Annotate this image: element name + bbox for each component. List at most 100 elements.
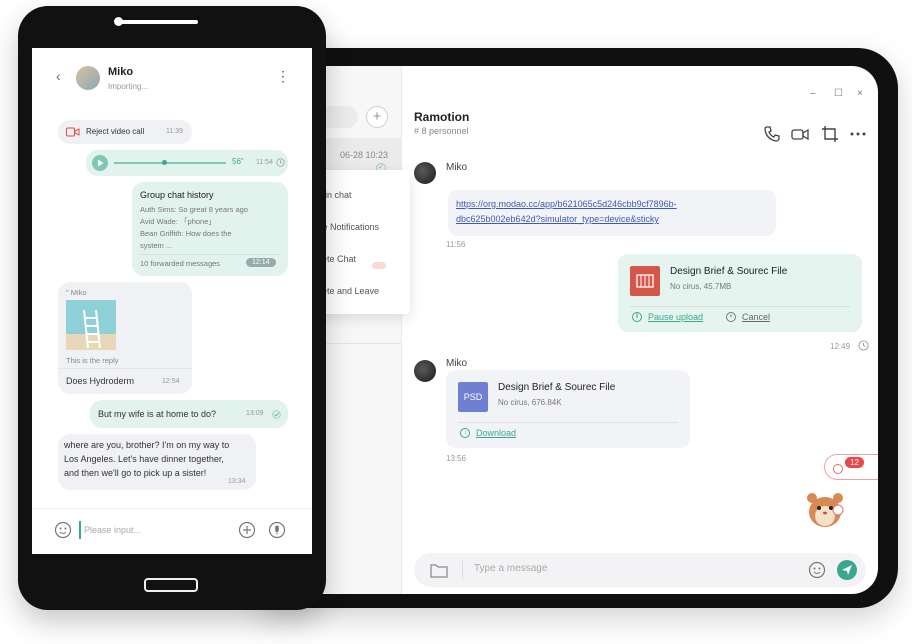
- message-time: 11:56: [446, 240, 466, 249]
- chat-title: Ramotion: [414, 110, 470, 124]
- phone-screen: ‹ Miko Importing... ⋮ Reject video call …: [32, 48, 312, 554]
- divider: [462, 561, 463, 579]
- voice-progress-handle[interactable]: [162, 160, 167, 165]
- close-button[interactable]: ×: [857, 88, 863, 99]
- link-line-1[interactable]: https://org.modao.cc/app/b621065c5d246cb…: [456, 199, 677, 209]
- message-time: 12:54: [162, 378, 180, 385]
- unread-count-badge: 12: [845, 457, 864, 468]
- microphone-icon[interactable]: [268, 521, 286, 539]
- maximize-button[interactable]: ☐: [834, 88, 843, 99]
- cancel-upload-link[interactable]: Cancel: [742, 312, 770, 322]
- sender-name: Miko: [446, 358, 468, 369]
- contact-name: Miko: [108, 66, 134, 78]
- folder-icon[interactable]: [430, 562, 448, 578]
- phone-composer: Please input...: [32, 508, 312, 554]
- back-icon[interactable]: ‹: [56, 68, 61, 84]
- history-line: Auth Sims: So great 8 years ago: [140, 205, 248, 214]
- play-icon[interactable]: [92, 155, 108, 171]
- sender-avatar[interactable]: [414, 360, 436, 382]
- file-title: Design Brief & Sourec File: [498, 382, 616, 393]
- incoming-text-bubble: where are you, brother? I'm on my way to…: [58, 434, 256, 490]
- message-time: 13:34: [228, 478, 246, 485]
- contact-status: Importing...: [108, 82, 149, 91]
- link-message-bubble: https://org.modao.cc/app/b621065c5d246cb…: [448, 190, 776, 236]
- more-options-icon[interactable]: ⋮: [276, 68, 290, 85]
- emoji-icon[interactable]: [54, 521, 72, 539]
- message-input[interactable]: Type a message: [474, 563, 547, 574]
- video-call-icon[interactable]: [790, 124, 810, 144]
- file-title: Design Brief & Sourec File: [670, 266, 788, 277]
- history-title: Group chat history: [140, 190, 214, 200]
- download-link[interactable]: Download: [476, 428, 516, 438]
- sender-name: Miko: [446, 162, 468, 173]
- reply-message-bubble: " Miko This is the reply Does Hydroderm …: [58, 282, 192, 394]
- chevron-down-icon: [833, 464, 843, 474]
- sender-avatar[interactable]: [414, 162, 436, 184]
- minimize-button[interactable]: –: [810, 88, 816, 99]
- history-line: Bean Griffith: How does the: [140, 229, 232, 238]
- tablet-screen: + 06-28 10:23 ✓ pin chat te Notification…: [262, 66, 878, 594]
- link-line-2[interactable]: dbc625b002eb642d?simulator_type=device&s…: [456, 214, 659, 224]
- voice-message-bubble[interactable]: 56" 11:54: [86, 150, 288, 176]
- message-time: 12:49: [830, 342, 851, 351]
- history-line: system ...: [140, 241, 173, 250]
- message-text-line: Los Angeles. Let's have dinner together,: [64, 454, 224, 464]
- add-button[interactable]: +: [366, 106, 388, 128]
- clock-icon: [276, 158, 285, 167]
- unread-jump-button[interactable]: 12: [824, 454, 878, 480]
- outgoing-file-card: Design Brief & Sourec File No cirus, 45.…: [618, 254, 862, 332]
- message-time: 13:56: [446, 454, 467, 463]
- psd-file-icon: PSD: [458, 382, 488, 412]
- menu-item-delete-and-leave[interactable]: lete and Leave: [320, 286, 379, 296]
- conversation-date: 06-28 10:23: [339, 150, 388, 160]
- divider: [630, 306, 850, 307]
- message-time: 13:09: [246, 410, 264, 417]
- file-type-icon: [630, 266, 660, 296]
- message-time: 11:39: [166, 128, 183, 135]
- tablet-device: + 06-28 10:23 ✓ pin chat te Notification…: [262, 48, 898, 608]
- speaker-slot: [118, 20, 198, 24]
- call-event-label: Reject video call: [86, 127, 145, 136]
- video-call-icon: [66, 127, 80, 137]
- contact-avatar[interactable]: [76, 66, 100, 90]
- message-time: 11:54: [256, 159, 273, 166]
- reply-text: Does Hydroderm: [66, 376, 135, 386]
- read-check-icon: [272, 410, 281, 419]
- history-footer: 10 forwarded messages: [140, 259, 221, 268]
- clock-icon: [858, 340, 869, 351]
- voice-progress-track[interactable]: [114, 162, 226, 164]
- quoted-image[interactable]: [66, 300, 116, 350]
- quote-caption: This is the reply: [66, 356, 119, 365]
- incoming-file-card: PSD Design Brief & Sourec File No cirus,…: [446, 370, 690, 448]
- pause-icon[interactable]: ll: [632, 312, 642, 322]
- divider: [58, 368, 192, 369]
- phone-call-icon[interactable]: [762, 124, 782, 144]
- message-text-line: and then we'll go to pick up a sister!: [64, 468, 207, 478]
- emoji-icon[interactable]: [808, 561, 826, 579]
- hamster-sticker[interactable]: [802, 484, 848, 530]
- message-time: 12:14: [246, 258, 276, 267]
- message-composer: Type a message: [414, 553, 866, 587]
- file-size: No cirus, 45.7MB: [670, 282, 732, 291]
- send-icon[interactable]: [836, 559, 858, 581]
- text-cursor: [79, 521, 81, 539]
- divider: [458, 422, 678, 423]
- more-options-icon[interactable]: [848, 124, 868, 144]
- message-input[interactable]: Please input...: [84, 523, 141, 537]
- crop-icon[interactable]: [820, 124, 840, 144]
- chat-subtitle: # 8 personnel: [414, 126, 469, 136]
- menu-item-mute-notifications[interactable]: te Notifications: [320, 222, 379, 232]
- history-line: Avid Wade: 「phone」: [140, 217, 216, 226]
- file-size: No cirus, 676.84K: [498, 398, 562, 407]
- quote-sender: " Miko: [66, 288, 87, 297]
- message-text: But my wife is at home to do?: [98, 409, 217, 419]
- message-link[interactable]: https://org.modao.cc/app/b621065c5d246cb…: [456, 197, 768, 227]
- add-circle-icon[interactable]: [238, 521, 256, 539]
- home-button[interactable]: [144, 578, 198, 592]
- download-icon[interactable]: ↓: [460, 428, 470, 438]
- pause-upload-link[interactable]: Pause upload: [648, 312, 703, 322]
- call-event-bubble: Reject video call 11:39: [58, 120, 192, 144]
- cancel-icon[interactable]: ×: [726, 312, 736, 322]
- phone-device: ‹ Miko Importing... ⋮ Reject video call …: [18, 6, 326, 610]
- forwarded-history-card[interactable]: Group chat history Auth Sims: So great 8…: [132, 182, 288, 276]
